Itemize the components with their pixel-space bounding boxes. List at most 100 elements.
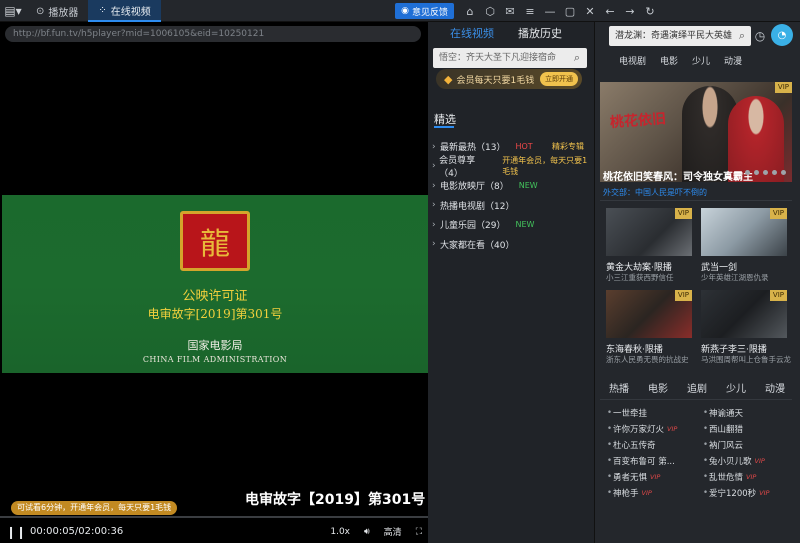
rank-item-label: 兔小贝儿歌 (709, 457, 752, 467)
rank-item[interactable]: • 西山翻猎 (703, 421, 798, 437)
feedback-label: 意见反馈 (411, 7, 448, 18)
vip-banner[interactable]: ◆ 会员每天只要1毛钱 立即开通 (436, 69, 582, 89)
rank-item[interactable]: • 乱世危情 VIP (703, 469, 798, 485)
hero-subline[interactable]: 外交部：中国人民是吓不倒的 (603, 187, 707, 198)
refresh-icon[interactable]: ↻ (640, 0, 660, 22)
hero-banner[interactable]: 桃花依旧 VIP (600, 82, 792, 182)
shirt-icon[interactable]: ⌂ (460, 0, 480, 22)
rank-item[interactable]: • 爱宁1200秒 VIP (703, 485, 798, 501)
menu-icon[interactable]: ▤▾ (0, 0, 26, 22)
avatar[interactable]: ◔ (771, 24, 793, 46)
url-bar[interactable]: http://bf.fun.tv/h5player?mid=1006105&ei… (5, 26, 421, 42)
carousel-dot[interactable] (754, 170, 759, 175)
feedback-button[interactable]: ◉ 意见反馈 (395, 3, 454, 19)
video-player[interactable]: http://bf.fun.tv/h5player?mid=1006105&ei… (0, 22, 428, 543)
rank-item[interactable]: • 百变布鲁可 第... (607, 453, 702, 469)
fullscreen-icon[interactable]: ⛶ (416, 527, 422, 537)
category-label: 热播电视剧（12） (440, 201, 515, 212)
rank-item[interactable]: • 兔小贝儿歌 VIP (703, 453, 798, 469)
rank-item[interactable]: • 一世牵挂 (607, 405, 702, 421)
rank-item[interactable]: • 衲门风云 (703, 437, 798, 453)
tab-online-video[interactable]: ⁘ 在线视频 (88, 0, 161, 22)
rank-item-label: 一世牵挂 (613, 409, 648, 419)
restore-icon[interactable]: ▢ (560, 0, 580, 22)
video-thumb[interactable]: VIP (606, 208, 692, 256)
diamond-icon: ◆ (444, 72, 453, 86)
category-item[interactable]: › 电影放映厅（8） NEW (432, 176, 592, 196)
chevron-right-icon: › (432, 219, 436, 230)
volume-icon[interactable]: 🔊︎ (364, 527, 370, 537)
minimize-icon[interactable]: — (540, 0, 560, 22)
vip-banner-text: 会员每天只要1毛钱 (456, 75, 535, 86)
rank-tab[interactable]: 热播 (609, 380, 629, 395)
carousel-dot[interactable] (781, 170, 786, 175)
app-window: ▤▾ ⊙ 播放器 ⁘ 在线视频 ◉ 意见反馈 ⌂ ⬡ ✉ ≡ — ▢ ✕ ← → (0, 0, 800, 543)
vip-badge: VIP (769, 208, 787, 219)
carousel-dot[interactable] (772, 170, 777, 175)
rank-item-label: 许你万家灯火 (613, 425, 665, 435)
box-icon[interactable]: ⬡ (480, 0, 500, 22)
right-search-input[interactable]: 潜龙渊：奇遇演绎平民大英雄 (609, 26, 751, 46)
rank-item[interactable]: • 勇者无惧 VIP (607, 469, 702, 485)
rank-tab[interactable]: 动漫 (765, 380, 785, 395)
hero-caption[interactable]: 桃花依旧笑春风：司令独女真霸主 (603, 168, 753, 183)
cert-authority: 国家电影局 (187, 339, 243, 352)
vip-badge: VIP (674, 208, 692, 219)
rank-item-label: 神谕通天 (709, 409, 744, 419)
forward-arrow-icon[interactable]: → (620, 0, 640, 22)
rank-item-label: 杜心五传奇 (613, 441, 656, 451)
rank-item[interactable]: • 杜心五传奇 (607, 437, 702, 453)
carousel-dot[interactable] (763, 170, 768, 175)
feedback-icon: ◉ (401, 6, 409, 16)
category-item[interactable]: › 大家都在看（40） (432, 235, 592, 255)
category-item[interactable]: › 儿童乐园（29） NEW (432, 215, 592, 235)
video-thumb[interactable]: VIP (606, 290, 692, 338)
recommend-panel: 潜龙渊：奇遇演绎平民大英雄 ⌕ ◷ ◔ 电视剧 电影 少儿 动漫 桃花依旧 VI… (594, 22, 800, 543)
video-subtitle: 电审故字【2019】第301号 (245, 492, 426, 508)
rank-item-label: 西山翻猎 (709, 425, 744, 435)
trial-notice[interactable]: 可试看6分钟，开通年会员，每天只要1毛钱 (11, 501, 178, 515)
mid-search-input[interactable]: 悟空：齐天大圣下凡迎接宿命 (433, 48, 587, 68)
vip-open-button[interactable]: 立即开通 (540, 72, 578, 86)
speed-button[interactable]: 1.0x (330, 527, 350, 537)
rank-tab[interactable]: 电影 (648, 380, 668, 395)
close-icon[interactable]: ✕ (580, 0, 600, 22)
cert-number: 电审故字[2019]第301号 (147, 307, 283, 321)
category-extra[interactable]: 精彩专辑 (552, 141, 584, 152)
vip-tag: VIP (667, 425, 678, 433)
control-bar: ❙❙ 00:00:05/02:00:36 1.0x 🔊︎ 高清 ⛶ (0, 520, 428, 543)
mail-icon[interactable]: ✉ (500, 0, 520, 22)
pause-button[interactable]: ❙❙ (6, 520, 26, 543)
clock-icon[interactable]: ◷ (750, 26, 770, 46)
carousel-dots (745, 170, 786, 175)
search-icon[interactable]: ⌕ (568, 49, 586, 67)
tab-player-label: 播放器 (48, 7, 79, 19)
rank-item[interactable]: • 许你万家灯火 VIP (607, 421, 702, 437)
settings-menu-icon[interactable]: ≡ (520, 0, 540, 22)
thumb-desc: 小三江重获西野信任 (606, 273, 674, 282)
rank-item[interactable]: • 神谕通天 (703, 405, 798, 421)
grid-icon: ⁘ (98, 4, 107, 16)
category-item[interactable]: › 会员尊享（4） 开通年会员，每天只要1毛钱 (432, 156, 592, 179)
back-arrow-icon[interactable]: ← (600, 0, 620, 22)
nav-item[interactable]: 电视剧 (619, 54, 646, 67)
search-icon[interactable]: ⌕ (733, 27, 751, 45)
nav-item[interactable]: 电影 (660, 54, 678, 67)
progress-bar[interactable] (0, 516, 428, 518)
rank-tab[interactable]: 少儿 (726, 380, 746, 395)
vip-tag: VIP (650, 473, 661, 481)
tab-online-video-panel[interactable]: 在线视频 (450, 25, 494, 41)
video-thumb[interactable]: VIP (701, 290, 787, 338)
tab-player[interactable]: ⊙ 播放器 (26, 0, 88, 22)
carousel-dot[interactable] (745, 170, 750, 175)
tab-play-history[interactable]: 播放历史 (518, 25, 562, 41)
rank-item[interactable]: • 神枪手 VIP (607, 485, 702, 501)
category-item[interactable]: › 热播电视剧（12） (432, 196, 592, 216)
nav-item[interactable]: 动漫 (724, 54, 742, 67)
quality-button[interactable]: 高清 (384, 525, 402, 538)
video-frame: 龍 公映许可证 电审故字[2019]第301号 国家电影局 CHINA FILM… (2, 195, 428, 373)
rank-tab[interactable]: 追剧 (687, 380, 707, 395)
nav-item[interactable]: 少儿 (692, 54, 710, 67)
video-thumb[interactable]: VIP (701, 208, 787, 256)
rank-item-label: 勇者无惧 (613, 473, 648, 483)
